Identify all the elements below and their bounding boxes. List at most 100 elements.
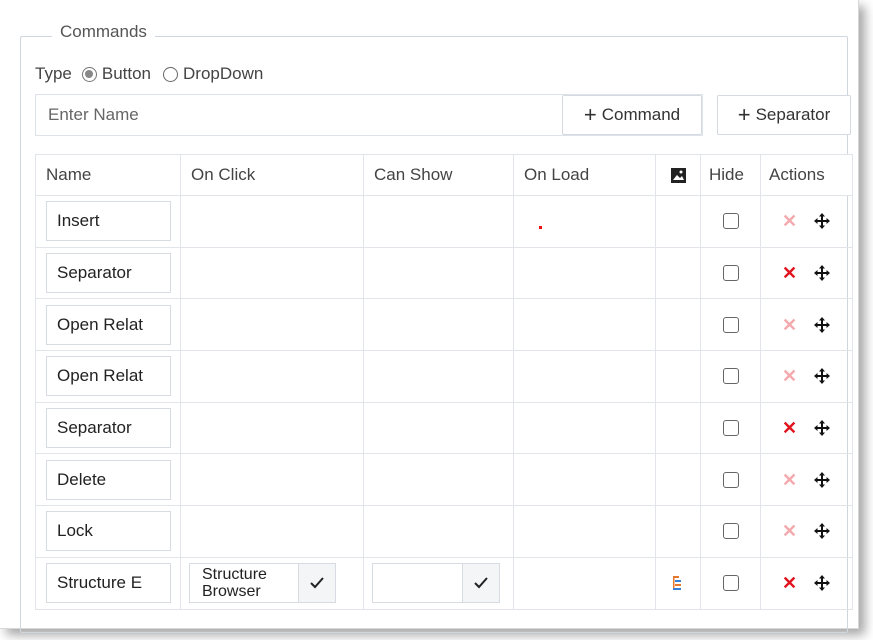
add-command-button[interactable]: + Command — [562, 95, 702, 135]
delete-icon[interactable]: ✕ — [782, 264, 797, 282]
row-hide-checkbox[interactable] — [722, 368, 739, 385]
column-header-hide: Hide — [700, 154, 761, 196]
check-icon[interactable] — [298, 564, 335, 603]
row-on-click-cell[interactable] — [180, 350, 364, 403]
delete-icon[interactable]: ✕ — [782, 212, 797, 230]
row-can-show-cell[interactable] — [363, 350, 514, 403]
row-on-load-cell[interactable] — [513, 453, 656, 507]
row-name-input[interactable]: Open Relat — [46, 356, 171, 397]
row-image-cell[interactable] — [655, 556, 701, 610]
row-hide-checkbox[interactable] — [722, 420, 739, 437]
delete-icon[interactable]: ✕ — [782, 574, 797, 592]
row-hide-checkbox[interactable] — [722, 316, 739, 333]
row-hide-checkbox[interactable] — [722, 523, 739, 540]
row-image-cell[interactable] — [655, 505, 701, 558]
row-image-cell[interactable] — [655, 453, 701, 507]
column-header-can-show: Can Show — [363, 154, 514, 196]
row-on-load-cell[interactable] — [513, 195, 656, 248]
type-radio-button[interactable]: Button — [81, 64, 152, 84]
red-dot-marker — [539, 225, 542, 229]
move-icon[interactable] — [813, 212, 831, 230]
table-row: Lock ✕ — [35, 505, 853, 558]
row-can-show-cell[interactable] — [363, 298, 514, 352]
move-icon[interactable] — [813, 419, 831, 437]
row-can-show-cell[interactable] — [363, 246, 514, 300]
row-can-show-cell[interactable] — [363, 401, 514, 455]
type-radio-dropdown-label: DropDown — [183, 64, 264, 83]
on-click-value: Structure Browser — [202, 566, 267, 601]
column-header-on-click: On Click — [180, 154, 364, 196]
table-row: Separator ✕ — [35, 401, 853, 455]
column-header-name: Name — [35, 154, 181, 196]
plus-icon: + — [737, 102, 751, 127]
row-can-show-cell[interactable] — [363, 195, 514, 248]
row-on-load-cell[interactable] — [513, 298, 656, 352]
check-icon[interactable] — [462, 564, 499, 603]
radio-unselected-icon — [163, 66, 179, 82]
type-radio-button-label: Button — [101, 64, 152, 83]
move-icon[interactable] — [813, 522, 831, 540]
move-icon[interactable] — [813, 471, 831, 489]
row-hide-checkbox[interactable] — [722, 575, 739, 592]
type-label: Type — [35, 64, 72, 83]
delete-icon[interactable]: ✕ — [782, 522, 797, 540]
move-icon[interactable] — [813, 367, 831, 385]
radio-selected-icon — [81, 66, 97, 82]
row-on-load-cell[interactable] — [513, 505, 656, 558]
plus-icon: + — [583, 102, 597, 127]
row-image-cell[interactable] — [655, 195, 701, 248]
on-click-select[interactable]: Structure Browser — [189, 563, 336, 604]
row-name-input[interactable]: Open Relat — [46, 304, 171, 345]
image-icon — [670, 167, 686, 183]
type-radio-dropdown[interactable]: DropDown — [163, 64, 263, 84]
row-can-show-cell[interactable] — [363, 505, 514, 558]
delete-icon[interactable]: ✕ — [782, 367, 797, 385]
row-on-load-cell[interactable] — [513, 401, 656, 455]
table-row: Open Relat ✕ — [35, 350, 853, 403]
delete-icon[interactable]: ✕ — [782, 316, 797, 334]
table-row: Insert ✕ — [35, 195, 853, 248]
row-name-input[interactable]: Separator — [46, 253, 171, 294]
row-hide-checkbox[interactable] — [722, 471, 739, 488]
row-image-cell[interactable] — [655, 350, 701, 403]
table-row: Structure E Structure Browser ✕ — [35, 556, 853, 610]
row-hide-checkbox[interactable] — [722, 213, 739, 230]
table-header-row: Name On Click Can Show On Load Hide Acti… — [35, 154, 853, 196]
delete-icon[interactable]: ✕ — [782, 419, 797, 437]
row-on-click-cell[interactable] — [180, 505, 364, 558]
row-on-click-cell[interactable] — [180, 298, 364, 352]
row-on-load-cell[interactable] — [513, 350, 656, 403]
row-on-load-cell[interactable] — [513, 246, 656, 300]
table-row: Open Relat ✕ — [35, 298, 853, 352]
row-hide-checkbox[interactable] — [722, 265, 739, 282]
table-row: Separator ✕ — [35, 246, 853, 300]
add-separator-label: Separator — [755, 105, 831, 124]
structure-browser-icon — [673, 576, 681, 591]
delete-icon[interactable]: ✕ — [782, 471, 797, 489]
commands-table: Name On Click Can Show On Load Hide Acti… — [35, 154, 853, 610]
row-on-click-cell[interactable] — [180, 246, 364, 300]
row-name-input[interactable]: Structure E — [46, 563, 171, 604]
row-name-input[interactable]: Insert — [46, 201, 171, 242]
move-icon[interactable] — [813, 264, 831, 282]
row-can-show-cell[interactable] — [363, 453, 514, 507]
can-show-select[interactable] — [372, 563, 500, 604]
column-header-image — [655, 154, 701, 196]
row-name-input[interactable]: Lock — [46, 511, 171, 552]
row-name-input[interactable]: Separator — [46, 408, 171, 449]
row-on-click-cell[interactable] — [180, 401, 364, 455]
row-image-cell[interactable] — [655, 401, 701, 455]
row-image-cell[interactable] — [655, 298, 701, 352]
row-on-load-cell[interactable] — [513, 556, 656, 610]
row-image-cell[interactable] — [655, 246, 701, 300]
row-on-click-cell[interactable] — [180, 195, 364, 248]
row-name-input[interactable]: Delete — [46, 459, 171, 500]
add-separator-button[interactable]: + Separator — [717, 95, 851, 135]
column-header-on-load: On Load — [513, 154, 656, 196]
column-header-actions: Actions — [760, 154, 853, 196]
type-selector: Type Button DropDown — [35, 62, 275, 86]
row-on-click-cell[interactable] — [180, 453, 364, 507]
move-icon[interactable] — [813, 316, 831, 334]
move-icon[interactable] — [813, 574, 831, 592]
commands-legend: Commands — [52, 22, 155, 42]
